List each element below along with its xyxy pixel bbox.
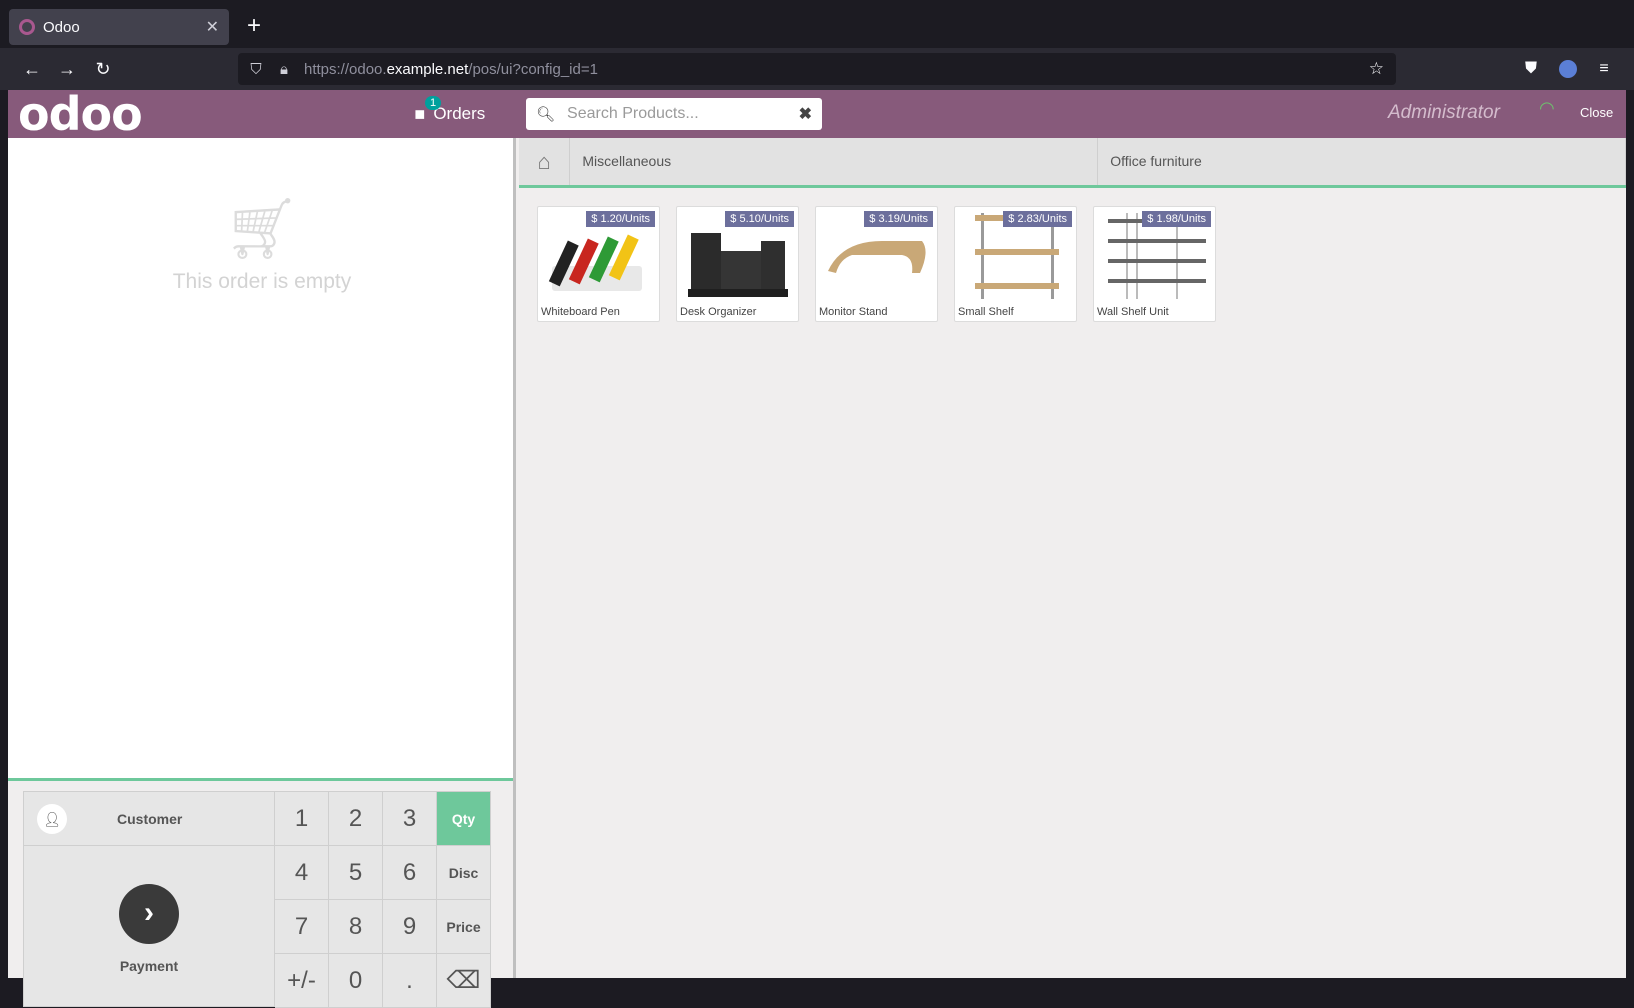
numpad: 1 2 3 Qty 4 5 6 Disc 7 8 9 Price +/- 0 .… — [275, 792, 491, 1008]
tab-title: Odoo — [43, 18, 80, 36]
product-name: Small Shelf — [958, 306, 1014, 318]
odoo-favicon-icon — [19, 19, 35, 35]
qty-mode-button[interactable]: Qty — [437, 792, 491, 846]
orders-button[interactable]: ◆ 1 Orders — [409, 96, 486, 128]
product-price: $ 3.19/Units — [864, 211, 933, 227]
user-icon: 👤︎ — [37, 803, 67, 834]
key-6[interactable]: 6 — [383, 846, 437, 900]
decimal-key[interactable]: . — [383, 954, 437, 1008]
numpad-area: 👤︎ Customer › Payment 1 2 3 Qty 4 5 6 Di… — [23, 791, 491, 1008]
key-0[interactable]: 0 — [329, 954, 383, 1008]
product-card[interactable]: $ 5.10/Units Desk Organizer — [676, 206, 799, 322]
key-9[interactable]: 9 — [383, 900, 437, 954]
product-price: $ 2.83/Units — [1003, 211, 1072, 227]
product-card[interactable]: $ 2.83/Units Small Shelf — [954, 206, 1077, 322]
account-icon[interactable] — [1559, 60, 1577, 78]
key-8[interactable]: 8 — [329, 900, 383, 954]
key-4[interactable]: 4 — [275, 846, 329, 900]
pos-app: odoo ◆ 1 Orders 🔍︎ ✖ Administrator ◠ Clo… — [8, 90, 1626, 1008]
sign-toggle-button[interactable]: +/- — [275, 954, 329, 1008]
home-icon[interactable]: ⌂ — [519, 138, 571, 185]
product-price: $ 1.20/Units — [586, 211, 655, 227]
product-list: $ 1.20/Units Whiteboard Pen $ 5.10/Units… — [537, 206, 1232, 322]
payment-button[interactable]: › Payment — [24, 846, 275, 1006]
orders-count-badge: 1 — [425, 96, 442, 110]
forward-arrow-icon[interactable]: → — [53, 56, 81, 82]
customer-label: Customer — [117, 810, 183, 827]
user-name[interactable]: Administrator — [1388, 102, 1500, 124]
category-bar: ⌂ Miscellaneous Office furniture — [519, 138, 1626, 188]
product-price: $ 5.10/Units — [725, 211, 794, 227]
empty-order-text: This order is empty — [172, 270, 352, 293]
disc-mode-button[interactable]: Disc — [437, 846, 491, 900]
product-search[interactable]: 🔍︎ ✖ — [526, 98, 822, 130]
clear-search-icon[interactable]: ✖ — [799, 104, 812, 124]
menu-icon[interactable]: ≡ — [1591, 56, 1617, 82]
key-7[interactable]: 7 — [275, 900, 329, 954]
payment-label: Payment — [119, 958, 179, 974]
key-5[interactable]: 5 — [329, 846, 383, 900]
search-input[interactable] — [567, 105, 799, 123]
new-tab-icon[interactable]: + — [240, 12, 268, 40]
product-pane: ⌂ Miscellaneous Office furniture $ 1.20/… — [519, 138, 1626, 978]
product-name: Whiteboard Pen — [541, 306, 620, 318]
lock-icon[interactable]: 🔒︎ — [276, 61, 292, 78]
browser-tab[interactable]: Odoo ✕ — [9, 9, 229, 45]
shopping-cart-icon: 🛒︎ — [223, 195, 301, 262]
shield-icon[interactable]: ⛉ — [248, 61, 264, 78]
product-card[interactable]: $ 1.20/Units Whiteboard Pen — [537, 206, 660, 322]
key-1[interactable]: 1 — [275, 792, 329, 846]
pocket-icon[interactable]: ⛊ — [1518, 56, 1544, 82]
product-name: Wall Shelf Unit — [1097, 306, 1169, 318]
browser-tabbar: Odoo ✕ + — [0, 0, 1634, 48]
customer-button[interactable]: 👤︎ Customer — [24, 792, 275, 846]
tab-close-icon[interactable]: ✕ — [206, 17, 219, 37]
browser-navbar: ← → ↻ ⛉ 🔒︎ https://odoo.example.net/pos/… — [0, 48, 1634, 90]
chevron-right-icon: › — [119, 884, 179, 944]
odoo-logo: odoo — [18, 87, 143, 141]
orders-label: Orders — [433, 104, 486, 123]
key-3[interactable]: 3 — [383, 792, 437, 846]
wifi-status-icon: ◠ — [1539, 98, 1555, 118]
backspace-icon[interactable]: ⌫ — [437, 954, 491, 1008]
close-button[interactable]: Close — [1580, 105, 1613, 120]
pos-header: odoo ◆ 1 Orders 🔍︎ ✖ Administrator ◠ Clo… — [8, 90, 1626, 138]
category-office-furniture[interactable]: Office furniture — [1098, 138, 1626, 185]
price-mode-button[interactable]: Price — [437, 900, 491, 954]
url-bar[interactable]: ⛉ 🔒︎ https://odoo.example.net/pos/ui?con… — [238, 53, 1396, 85]
product-name: Desk Organizer — [680, 306, 757, 318]
product-card[interactable]: $ 1.98/Units Wall Shelf Unit — [1093, 206, 1216, 322]
key-2[interactable]: 2 — [329, 792, 383, 846]
bookmark-star-icon[interactable]: ☆ — [1369, 59, 1384, 79]
category-miscellaneous[interactable]: Miscellaneous — [570, 138, 1099, 185]
product-name: Monitor Stand — [819, 306, 888, 318]
reload-icon[interactable]: ↻ — [89, 56, 117, 82]
order-pane: 🛒︎ This order is empty 👤︎ Customer › Pay… — [8, 138, 516, 1008]
empty-order: 🛒︎ This order is empty — [8, 198, 516, 294]
search-icon: 🔍︎ — [536, 106, 556, 123]
product-card[interactable]: $ 3.19/Units Monitor Stand — [815, 206, 938, 322]
url-text[interactable]: https://odoo.example.net/pos/ui?config_i… — [304, 61, 598, 78]
control-panel: 👤︎ Customer › Payment 1 2 3 Qty 4 5 6 Di… — [8, 778, 513, 1008]
product-price: $ 1.98/Units — [1142, 211, 1211, 227]
back-arrow-icon[interactable]: ← — [18, 56, 46, 82]
